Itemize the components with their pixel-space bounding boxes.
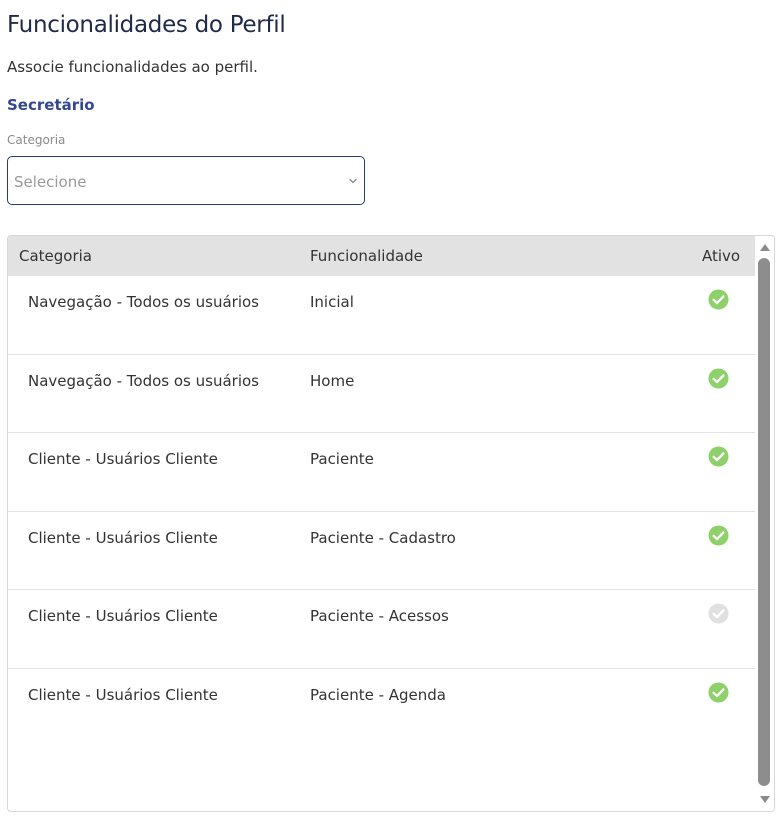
column-header-category: Categoria bbox=[19, 247, 93, 265]
row-feature: Paciente - Agenda bbox=[310, 685, 447, 704]
page-title: Funcionalidades do Perfil bbox=[7, 12, 286, 38]
column-header-active: Ativo bbox=[702, 247, 741, 265]
row-category: Navegação - Todos os usuários bbox=[28, 371, 259, 390]
category-select[interactable]: Selecione bbox=[7, 156, 365, 205]
check-circle-icon[interactable] bbox=[708, 525, 729, 546]
row-feature: Inicial bbox=[310, 293, 354, 311]
row-category: Cliente - Usuários Cliente bbox=[28, 450, 218, 469]
row-category: Cliente - Usuários Cliente bbox=[28, 607, 218, 626]
table-row: Navegação - Todos os usuários Inicial bbox=[8, 276, 756, 355]
chevron-down-icon bbox=[349, 178, 357, 184]
profile-name: Secretário bbox=[7, 96, 95, 114]
check-circle-icon[interactable] bbox=[708, 682, 729, 703]
arrow-up-icon[interactable] bbox=[759, 242, 771, 252]
row-category: Cliente - Usuários Cliente bbox=[28, 685, 218, 704]
row-category: Navegação - Todos os usuários bbox=[28, 293, 259, 311]
table-row: Cliente - Usuários Cliente Paciente bbox=[8, 433, 756, 512]
table-row: Cliente - Usuários Cliente Paciente - Ac… bbox=[8, 590, 756, 669]
table-row: Cliente - Usuários Cliente Paciente - Ca… bbox=[8, 511, 756, 591]
check-circle-icon[interactable] bbox=[708, 368, 729, 389]
category-filter-label: Categoria bbox=[7, 133, 66, 147]
check-circle-icon[interactable] bbox=[708, 603, 729, 624]
row-category: Cliente - Usuários Cliente bbox=[28, 528, 218, 547]
table-row: Cliente - Usuários Cliente Paciente - Ag… bbox=[8, 668, 756, 748]
row-feature: Home bbox=[310, 371, 355, 390]
category-select-placeholder: Selecione bbox=[14, 173, 87, 191]
check-circle-icon[interactable] bbox=[708, 446, 729, 467]
scrollbar-thumb[interactable] bbox=[758, 258, 770, 786]
table-scrollbar[interactable] bbox=[755, 236, 774, 811]
table-body: Navegação - Todos os usuários Inicial Na… bbox=[8, 276, 756, 748]
column-header-feature: Funcionalidade bbox=[310, 247, 423, 265]
table-header: Categoria Funcionalidade Ativo bbox=[8, 236, 756, 276]
check-circle-icon[interactable] bbox=[708, 289, 729, 310]
row-feature: Paciente bbox=[310, 450, 374, 469]
features-table: Categoria Funcionalidade Ativo Navegação… bbox=[7, 235, 775, 812]
table-row: Navegação - Todos os usuários Home bbox=[8, 354, 756, 434]
row-feature: Paciente - Cadastro bbox=[310, 528, 456, 547]
arrow-down-icon[interactable] bbox=[759, 795, 771, 805]
row-feature: Paciente - Acessos bbox=[310, 607, 449, 626]
page-subtitle: Associe funcionalidades ao perfil. bbox=[7, 58, 258, 76]
